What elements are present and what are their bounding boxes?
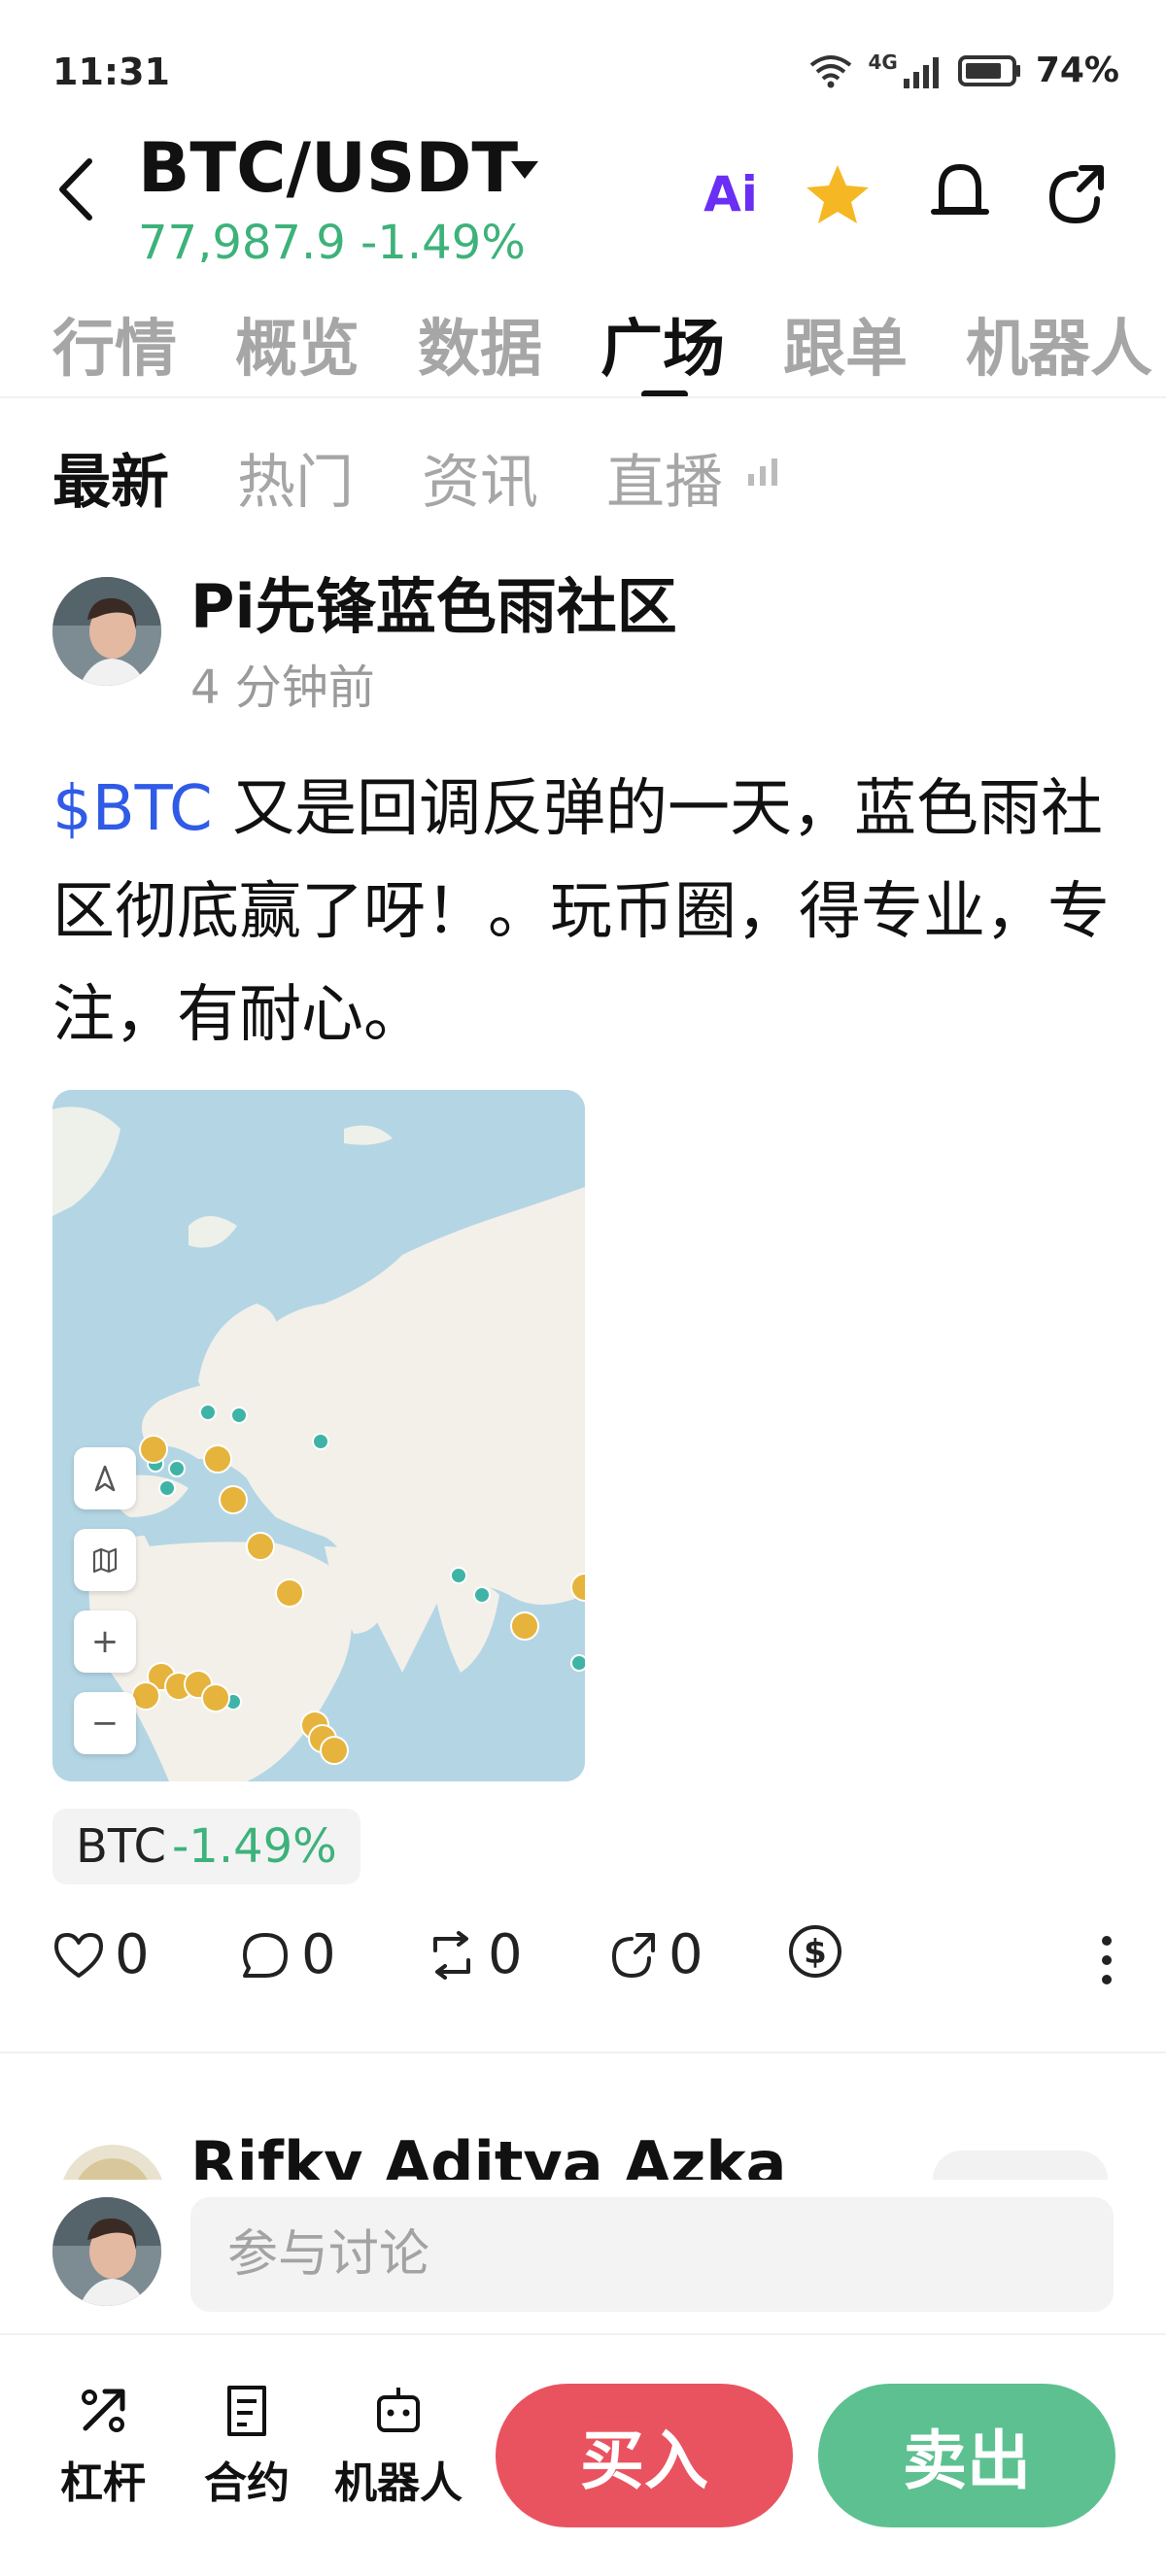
next-post-avatar[interactable] (58, 2143, 167, 2180)
tab-market[interactable]: 行情 (52, 299, 177, 389)
contract-label: 合约 (204, 2458, 290, 2508)
like-count: 0 (115, 1923, 150, 1986)
map-image[interactable]: + − (52, 1090, 585, 1781)
avatar[interactable] (52, 577, 161, 686)
battery-percent: 74% (1035, 51, 1119, 90)
ai-icon[interactable]: Ai (692, 155, 770, 233)
post-time: 4 分钟前 (190, 661, 375, 715)
next-post-follow-button[interactable] (933, 2151, 1108, 2180)
share-count: 0 (669, 1923, 703, 1986)
map-zoom-out-button[interactable]: − (74, 1692, 136, 1754)
ticker-link[interactable]: $BTC (52, 773, 213, 845)
svg-text:$: $ (804, 1933, 827, 1972)
subtab-latest[interactable]: 最新 (52, 435, 169, 520)
share-icon[interactable] (1038, 155, 1115, 233)
tab-bots[interactable]: 机器人 (966, 299, 1152, 389)
post-author[interactable]: Pi先锋蓝色雨社区 (190, 558, 677, 645)
battery-icon (957, 54, 1020, 86)
subtab-hot[interactable]: 热门 (237, 435, 354, 520)
bot-button[interactable]: 机器人 (334, 2384, 463, 2510)
subtab-live[interactable]: 直播 (606, 435, 723, 520)
star-icon[interactable] (799, 155, 876, 233)
coin-tag[interactable]: BTC -1.49% (52, 1809, 360, 1884)
subtab-news[interactable]: 资讯 (422, 435, 538, 520)
dollar-coin-icon: $ (789, 1925, 841, 1978)
buy-button[interactable]: 买入 (496, 2384, 793, 2527)
map-layers-icon[interactable] (74, 1529, 136, 1591)
wifi-icon (810, 54, 852, 87)
post-divider (0, 2051, 1166, 2053)
main-tabs: 行情 概览 数据 广场 跟单 机器人 (0, 291, 1166, 398)
network-type: 4G (868, 50, 898, 74)
next-post-author[interactable]: Rifky Aditya Azka (190, 2125, 786, 2180)
more-options-icon[interactable] (1092, 1927, 1121, 1995)
share-post-icon (611, 1932, 655, 1978)
status-time: 11:31 (52, 51, 170, 93)
sell-button[interactable]: 卖出 (818, 2384, 1115, 2527)
like-button[interactable]: 0 (52, 1923, 150, 1986)
tab-square[interactable]: 广场 (600, 299, 725, 389)
contract-icon (227, 2386, 266, 2436)
chevron-down-icon[interactable] (505, 155, 544, 185)
map-graphic (52, 1090, 585, 1781)
comment-count: 0 (301, 1923, 336, 1986)
comment-icon (243, 1932, 288, 1978)
repost-button[interactable]: 0 (426, 1923, 523, 1986)
share-post-button[interactable]: 0 (606, 1923, 703, 1986)
repost-count: 0 (488, 1923, 523, 1986)
comment-button[interactable]: 0 (239, 1923, 336, 1986)
map-zoom-in-button[interactable]: + (74, 1610, 136, 1673)
heart-icon (54, 1932, 103, 1978)
comment-input[interactable] (190, 2197, 1114, 2312)
back-icon[interactable] (47, 155, 105, 223)
leverage-button[interactable]: 杠杆 (60, 2384, 146, 2510)
my-avatar[interactable] (52, 2197, 161, 2306)
robot-icon (377, 2388, 420, 2432)
active-tab-indicator (641, 390, 688, 396)
status-icons: 4G 74% (807, 51, 1119, 90)
post-body: $BTC 又是回调反弹的一天，蓝色雨社区彻底赢了呀！。玩币圈，得专业，专注，有耐… (52, 758, 1121, 1067)
bell-icon[interactable] (921, 155, 999, 233)
tip-button[interactable]: $ (787, 1923, 843, 1980)
tab-data[interactable]: 数据 (418, 299, 542, 389)
status-bar: 11:31 4G 74% (0, 0, 1166, 146)
leverage-icon (82, 2389, 125, 2432)
pair-price: 77,987.9 -1.49% (138, 216, 526, 262)
leverage-label: 杠杆 (60, 2458, 146, 2508)
post-actions: 0 0 0 0 $ (52, 1923, 1121, 2001)
signal-icon (903, 56, 939, 88)
bot-label: 机器人 (334, 2458, 463, 2508)
map-navigate-icon[interactable] (74, 1447, 136, 1509)
pair-title[interactable]: BTC/USDT (138, 128, 518, 208)
tab-overview[interactable]: 概览 (235, 299, 360, 389)
bottom-trade-bar: 杠杆 合约 机器人 买入 卖出 (0, 2337, 1166, 2576)
tab-copy-trading[interactable]: 跟单 (783, 299, 908, 389)
repost-icon (433, 1930, 470, 1980)
coin-tag-change: -1.49% (171, 1819, 337, 1874)
coin-tag-symbol: BTC (76, 1819, 166, 1874)
contract-button[interactable]: 合约 (204, 2384, 290, 2510)
live-bars-icon (748, 458, 777, 486)
